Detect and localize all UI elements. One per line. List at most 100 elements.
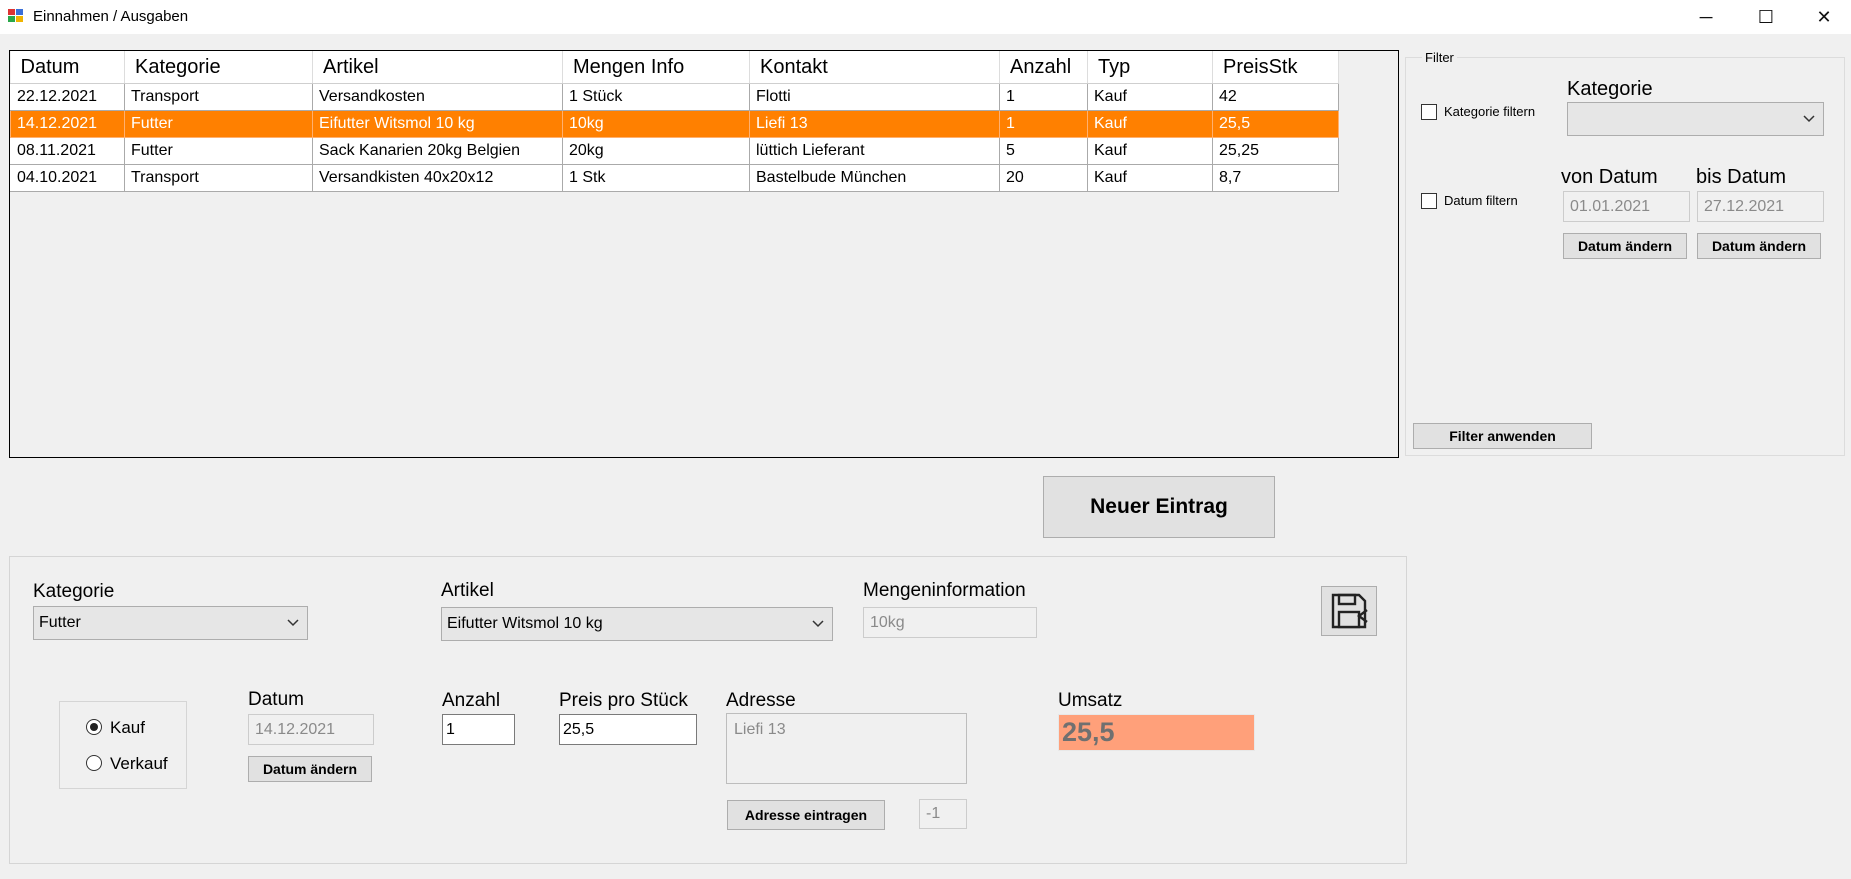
column-header[interactable]: Kategorie [124, 51, 313, 84]
close-button[interactable]: ✕ [1795, 0, 1851, 34]
form-preis-input[interactable]: 25,5 [559, 714, 697, 745]
table-cell[interactable]: 1 Stk [562, 164, 750, 192]
entries-grid[interactable]: Datum Kategorie Artikel Mengen Info Kontakt A… [9, 50, 1399, 458]
table-cell[interactable]: 8,7 [1212, 164, 1339, 192]
form-mengen-field[interactable]: 10kg [863, 607, 1037, 638]
kategorie-filter-checkbox[interactable] [1421, 104, 1437, 120]
table-cell[interactable]: Flotti [749, 83, 1000, 111]
verkauf-label: Verkauf [110, 754, 168, 773]
form-datum-change-button[interactable]: Datum ändern [248, 756, 372, 782]
table-cell[interactable]: Transport [124, 164, 313, 192]
table-cell[interactable]: 42 [1212, 83, 1339, 111]
table-row[interactable]: 22.12.2021 Transport Versandkosten 1 Stück F… [10, 83, 1339, 111]
table-cell[interactable]: 1 Stück [562, 83, 750, 111]
minimize-icon: ─ [1699, 6, 1713, 27]
table-cell[interactable]: 20kg [562, 137, 750, 165]
column-header[interactable]: Kontakt [749, 51, 1000, 84]
title-bar: Einnahmen / Ausgaben ─ ☐ ✕ [0, 0, 1851, 34]
table-cell[interactable]: 25,5 [1212, 110, 1339, 138]
table-row[interactable]: 14.12.2021 Futter Eifutter Witsmol 10 kg 10… [10, 110, 1339, 138]
table-cell[interactable]: Liefi 13 [749, 110, 1000, 138]
column-header[interactable]: Mengen Info [562, 51, 750, 84]
filter-apply-button[interactable]: Filter anwenden [1413, 423, 1592, 449]
verkauf-radio[interactable] [86, 755, 102, 771]
kategorie-filter-label: Kategorie filtern [1444, 104, 1536, 119]
form-artikel-label: Artikel [441, 580, 494, 601]
form-kategorie-label: Kategorie [33, 581, 115, 602]
table-cell[interactable]: 5 [999, 137, 1088, 165]
kauf-label: Kauf [110, 718, 145, 737]
bis-datum-field[interactable]: 27.12.2021 [1697, 191, 1824, 222]
table-cell[interactable]: Versandkosten [312, 83, 563, 111]
table-cell[interactable]: 08.11.2021 [10, 137, 125, 165]
table-cell[interactable]: Eifutter Witsmol 10 kg [312, 110, 563, 138]
table-cell[interactable]: 22.12.2021 [10, 83, 125, 111]
filter-kategorie-select[interactable] [1567, 102, 1824, 136]
filter-legend: Filter [1422, 50, 1457, 65]
bis-datum-change-button[interactable]: Datum ändern [1697, 233, 1821, 259]
von-datum-field[interactable]: 01.01.2021 [1563, 191, 1690, 222]
table-row[interactable]: 04.10.2021 Transport Versandkisten 40x20x1… [10, 164, 1339, 192]
form-datum-label: Datum [248, 689, 304, 710]
table-cell[interactable]: 1 [999, 110, 1088, 138]
form-adresse-label: Adresse [726, 690, 796, 711]
form-adresse-field[interactable]: Liefi 13 [726, 713, 967, 784]
chevron-down-icon [812, 620, 824, 628]
datum-filter-checkbox[interactable] [1421, 193, 1437, 209]
table-cell[interactable]: 25,25 [1212, 137, 1339, 165]
von-datum-label: von Datum [1561, 166, 1658, 188]
column-header[interactable]: Anzahl [999, 51, 1088, 84]
adresse-eintragen-button[interactable]: Adresse eintragen [727, 800, 885, 830]
entry-form-group [9, 556, 1407, 864]
table-cell[interactable]: 10kg [562, 110, 750, 138]
column-header[interactable]: Artikel [312, 51, 563, 84]
form-datum-field[interactable]: 14.12.2021 [248, 714, 374, 745]
column-header[interactable]: Typ [1087, 51, 1213, 84]
table-cell[interactable]: Futter [124, 110, 313, 138]
table-cell[interactable]: Futter [124, 137, 313, 165]
maximize-button[interactable]: ☐ [1737, 0, 1795, 34]
table-cell[interactable]: Sack Kanarien 20kg Belgien [312, 137, 563, 165]
table-cell[interactable]: Kauf [1087, 137, 1213, 165]
datum-filter-label: Datum filtern [1444, 193, 1518, 208]
table-cell[interactable]: Kauf [1087, 83, 1213, 111]
maximize-icon: ☐ [1757, 6, 1775, 27]
chevron-down-icon [1803, 115, 1815, 123]
form-mengen-label: Mengeninformation [863, 580, 1026, 601]
table-cell[interactable]: 1 [999, 83, 1088, 111]
form-anzahl-label: Anzahl [442, 690, 501, 711]
table-cell[interactable]: Bastelbude München [749, 164, 1000, 192]
form-kategorie-select[interactable]: Futter [33, 606, 308, 640]
table-cell[interactable]: 04.10.2021 [10, 164, 125, 192]
minimize-button[interactable]: ─ [1677, 0, 1735, 34]
table-cell[interactable]: Kauf [1087, 164, 1213, 192]
bis-datum-label: bis Datum [1696, 166, 1787, 188]
save-button[interactable] [1321, 586, 1377, 636]
window-title: Einnahmen / Ausgaben [33, 8, 189, 25]
save-icon [1331, 593, 1368, 629]
table-cell[interactable]: 20 [999, 164, 1088, 192]
app-icon [8, 9, 24, 23]
entries-table: Datum Kategorie Artikel Mengen Info Kontakt A… [10, 51, 1339, 192]
umsatz-field: 25,5 [1058, 714, 1255, 751]
column-header[interactable]: PreisStk [1212, 51, 1339, 84]
table-row[interactable]: 08.11.2021 Futter Sack Kanarien 20kg Belgi… [10, 137, 1339, 165]
column-header[interactable]: Datum [10, 51, 125, 84]
von-datum-change-button[interactable]: Datum ändern [1563, 233, 1687, 259]
form-anzahl-input[interactable]: 1 [442, 714, 515, 745]
form-id-field: -1 [919, 799, 967, 829]
table-cell[interactable]: lüttich Lieferant [749, 137, 1000, 165]
new-entry-button[interactable]: Neuer Eintrag [1043, 476, 1275, 538]
kauf-radio[interactable] [86, 719, 102, 735]
chevron-down-icon [287, 619, 299, 627]
table-cell[interactable]: Versandkisten 40x20x12 [312, 164, 563, 192]
table-cell[interactable]: Transport [124, 83, 313, 111]
table-cell[interactable]: 14.12.2021 [10, 110, 125, 138]
filter-kategorie-label: Kategorie [1567, 78, 1653, 100]
form-artikel-select[interactable]: Eifutter Witsmol 10 kg [441, 607, 833, 641]
type-radio-group [59, 701, 187, 789]
table-cell[interactable]: Kauf [1087, 110, 1213, 138]
form-preis-label: Preis pro Stück [559, 690, 688, 711]
grid-header-row: Datum Kategorie Artikel Mengen Info Kontakt A… [10, 51, 1339, 84]
close-icon: ✕ [1816, 6, 1832, 27]
